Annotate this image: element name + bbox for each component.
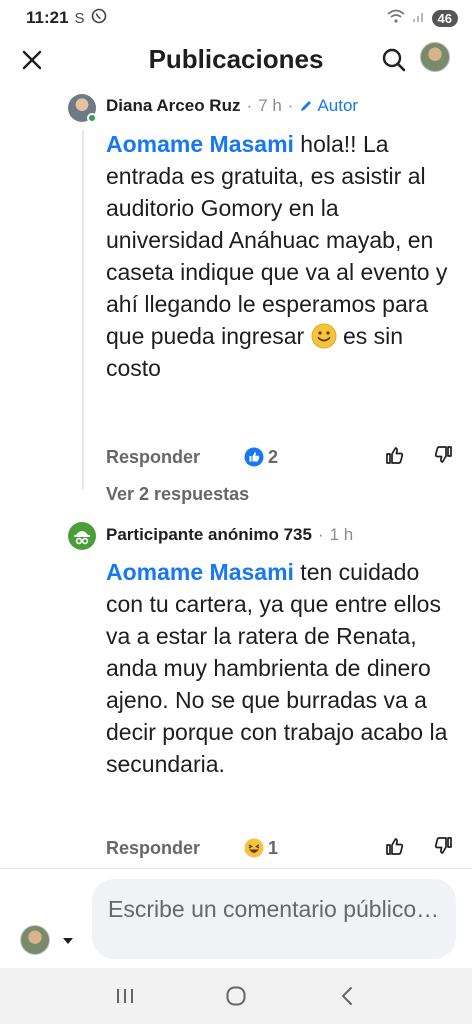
mention-link[interactable]: Aomame Masami bbox=[106, 131, 294, 157]
reply-button[interactable]: Responder bbox=[106, 447, 200, 468]
signal-icon bbox=[412, 8, 426, 28]
pencil-icon bbox=[301, 101, 312, 111]
app-header: Publicaciones bbox=[0, 36, 472, 84]
comment-text: ten cuidado con tu cartera, ya que entre… bbox=[106, 559, 448, 777]
wifi-icon bbox=[386, 8, 406, 29]
identity-dropdown[interactable] bbox=[62, 933, 74, 951]
comment-author[interactable]: Participante anónimo 735 bbox=[106, 525, 312, 545]
thread-line bbox=[82, 130, 84, 490]
back-button[interactable] bbox=[327, 976, 367, 1016]
search-button[interactable] bbox=[378, 44, 410, 76]
author-badge: Autor bbox=[299, 96, 358, 116]
online-indicator bbox=[87, 113, 97, 123]
avatar[interactable] bbox=[68, 94, 97, 123]
close-button[interactable] bbox=[16, 44, 48, 76]
status-time: 11:21 bbox=[26, 8, 69, 27]
comment-author[interactable]: Diana Arceo Ruz bbox=[106, 96, 240, 116]
comment-time: 1 h bbox=[329, 525, 354, 544]
anonymous-avatar[interactable] bbox=[68, 522, 96, 550]
comment-meta: Diana Arceo Ruz · 7 h · Autor bbox=[106, 96, 358, 116]
comment-actions: Responder 1 bbox=[106, 835, 458, 861]
comment-text: hola!! La entrada es gratuita, es asisti… bbox=[106, 131, 448, 349]
thumbs-down-icon bbox=[434, 446, 452, 463]
recents-button[interactable] bbox=[105, 976, 145, 1016]
mention-link[interactable]: Aomame Masami bbox=[106, 559, 294, 585]
status-s-icon: S bbox=[74, 9, 85, 27]
like-reaction-icon bbox=[244, 447, 264, 467]
comment-actions: Responder 2 bbox=[106, 444, 458, 470]
battery-badge: 46 bbox=[431, 9, 458, 27]
separator-dot: · bbox=[287, 96, 294, 115]
comment-body: Aomame Masami hola!! La entrada es gratu… bbox=[106, 128, 456, 384]
view-replies-link[interactable]: Ver 2 respuestas bbox=[106, 484, 249, 505]
separator-dot: · bbox=[246, 96, 253, 115]
recents-icon bbox=[117, 989, 134, 1003]
home-button[interactable] bbox=[216, 976, 256, 1016]
status-left: 11:21 S bbox=[26, 8, 107, 29]
system-nav-bar bbox=[0, 968, 472, 1024]
search-icon bbox=[382, 48, 406, 72]
thumbs-down-icon bbox=[434, 837, 452, 854]
reaction-count: 2 bbox=[268, 446, 279, 467]
upvote-button[interactable] bbox=[384, 835, 406, 862]
comment-composer: Escribe un comentario público… bbox=[0, 868, 472, 968]
thumbs-up-icon bbox=[386, 447, 404, 464]
smile-emoji-icon bbox=[311, 323, 337, 349]
caret-down-icon bbox=[63, 938, 73, 944]
composer-avatar[interactable] bbox=[20, 925, 50, 955]
downvote-button[interactable] bbox=[432, 444, 454, 471]
reaction-count: 1 bbox=[268, 837, 279, 858]
whatsapp-icon bbox=[91, 8, 107, 29]
reaction-summary[interactable]: 1 bbox=[244, 838, 278, 859]
author-badge-label: Autor bbox=[317, 96, 359, 115]
comment-meta: Participante anónimo 735 · 1 h bbox=[106, 525, 353, 545]
profile-avatar[interactable] bbox=[420, 42, 450, 72]
status-bar: 11:21 S 46 bbox=[0, 0, 472, 36]
home-icon bbox=[226, 986, 246, 1006]
close-icon bbox=[22, 50, 42, 70]
status-right: 46 bbox=[386, 8, 458, 29]
separator-dot: · bbox=[317, 525, 324, 544]
haha-reaction-icon bbox=[244, 838, 264, 858]
comment-time: 7 h bbox=[258, 96, 282, 115]
reply-button[interactable]: Responder bbox=[106, 838, 200, 859]
downvote-button[interactable] bbox=[432, 835, 454, 862]
upvote-button[interactable] bbox=[384, 444, 406, 471]
back-icon bbox=[341, 987, 352, 1005]
comment-body: Aomame Masami ten cuidado con tu cartera… bbox=[106, 556, 456, 780]
reaction-summary[interactable]: 2 bbox=[244, 447, 278, 468]
thumbs-up-icon bbox=[386, 838, 404, 855]
anonymous-icon bbox=[74, 531, 90, 545]
comment-input[interactable]: Escribe un comentario público… bbox=[92, 879, 456, 959]
